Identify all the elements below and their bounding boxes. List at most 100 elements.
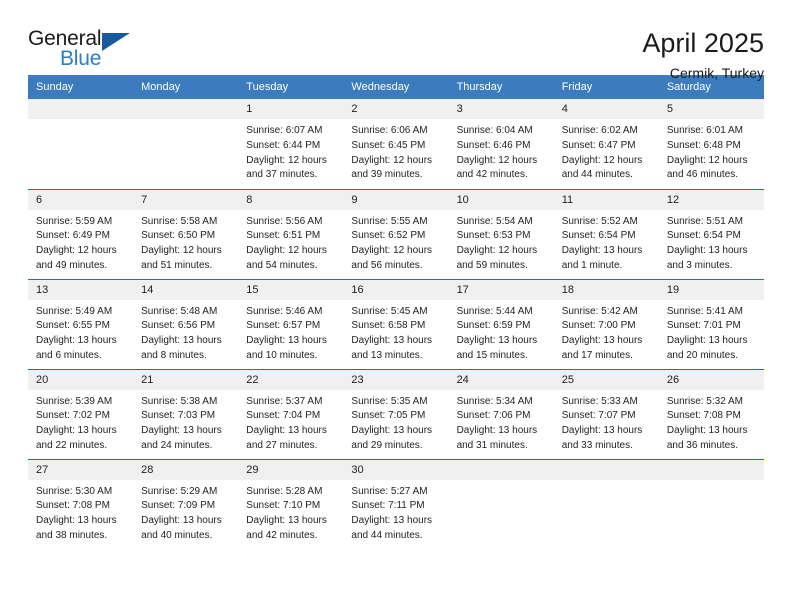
- day-number: 28: [133, 459, 239, 480]
- sunset-text: Sunset: 7:08 PM: [666, 410, 741, 422]
- calendar-day-cell[interactable]: 26 Sunrise: 5:32 AM Sunset: 7:08 PM Dayligh…: [658, 368, 764, 459]
- calendar-day-cell-empty: [28, 99, 134, 189]
- daylight-text-line1: Daylight: 13 hours: [456, 335, 538, 347]
- day-number: 10: [448, 189, 554, 210]
- daylight-text-line2: and 24 minutes.: [141, 439, 213, 451]
- daylight-text-line1: Daylight: 13 hours: [351, 515, 433, 527]
- sunset-text: Sunset: 6:56 PM: [141, 320, 216, 332]
- daylight-text-line1: Daylight: 13 hours: [246, 425, 327, 437]
- day-number: 23: [343, 369, 449, 390]
- day-number: 21: [133, 369, 239, 390]
- day-details: Sunrise: 5:32 AM Sunset: 7:08 PM Daylight:…: [659, 390, 764, 454]
- calendar-day-cell[interactable]: 22 Sunrise: 5:37 AM Sunset: 7:04 PM Dayligh…: [238, 368, 344, 459]
- calendar-day-cell[interactable]: 30 Sunrise: 5:27 AM Sunset: 7:11 PM Dayligh…: [343, 458, 449, 549]
- sunrise-text: Sunrise: 5:54 AM: [456, 215, 533, 227]
- calendar-day-cell[interactable]: 21 Sunrise: 5:38 AM Sunset: 7:03 PM Dayligh…: [133, 368, 239, 459]
- calendar-day-cell[interactable]: 17 Sunrise: 5:44 AM Sunset: 6:59 PM Dayligh…: [448, 278, 554, 369]
- calendar-day-cell[interactable]: 9 Sunrise: 5:55 AM Sunset: 6:52 PM Daylight…: [343, 188, 449, 279]
- sunset-text: Sunset: 6:49 PM: [36, 230, 110, 242]
- daylight-text-line2: and 33 minutes.: [561, 439, 633, 451]
- calendar-day-cell[interactable]: 15 Sunrise: 5:46 AM Sunset: 6:57 PM Dayligh…: [238, 278, 344, 369]
- daylight-text-line2: and 54 minutes.: [246, 259, 318, 271]
- brand-logo[interactable]: General Blue: [28, 28, 138, 76]
- calendar-day-cell[interactable]: 16 Sunrise: 5:45 AM Sunset: 6:58 PM Dayligh…: [343, 278, 449, 369]
- daylight-text-line1: Daylight: 12 hours: [351, 154, 433, 166]
- calendar-day-cell[interactable]: 13 Sunrise: 5:49 AM Sunset: 6:55 PM Dayligh…: [28, 278, 134, 369]
- calendar-day-cell[interactable]: 4 Sunrise: 6:02 AM Sunset: 6:47 PM Daylight…: [553, 99, 659, 189]
- daylight-text-line1: Daylight: 13 hours: [561, 335, 643, 347]
- sunrise-text: Sunrise: 5:41 AM: [666, 305, 743, 317]
- daylight-text-line1: Daylight: 13 hours: [561, 425, 643, 437]
- sunrise-text: Sunrise: 6:04 AM: [456, 125, 533, 136]
- sunset-text: Sunset: 7:10 PM: [246, 500, 321, 512]
- day-details: Sunrise: 6:07 AM Sunset: 6:44 PM Daylight:…: [238, 119, 343, 183]
- calendar-day-cell[interactable]: 3 Sunrise: 6:04 AM Sunset: 6:46 PM Daylight…: [448, 99, 554, 189]
- daylight-text-line1: Daylight: 13 hours: [36, 515, 117, 527]
- daylight-text-line1: Daylight: 12 hours: [36, 245, 117, 257]
- calendar-day-cell[interactable]: 27 Sunrise: 5:30 AM Sunset: 7:08 PM Dayligh…: [28, 458, 134, 549]
- calendar-day-cell[interactable]: 28 Sunrise: 5:29 AM Sunset: 7:09 PM Dayligh…: [133, 458, 239, 549]
- calendar-day-cell[interactable]: 19 Sunrise: 5:41 AM Sunset: 7:01 PM Dayligh…: [658, 278, 764, 369]
- daylight-text-line1: Daylight: 12 hours: [141, 245, 222, 257]
- location-subtitle: Cermik, Turkey: [669, 65, 764, 82]
- day-number: 15: [238, 279, 344, 300]
- daylight-text-line2: and 31 minutes.: [456, 439, 528, 451]
- calendar-day-cell[interactable]: 23 Sunrise: 5:35 AM Sunset: 7:05 PM Dayligh…: [343, 368, 449, 459]
- sunrise-text: Sunrise: 5:29 AM: [141, 485, 218, 497]
- day-details: Sunrise: 5:27 AM Sunset: 7:11 PM Daylight:…: [343, 480, 448, 544]
- calendar-day-cell[interactable]: 8 Sunrise: 5:56 AM Sunset: 6:51 PM Daylight…: [238, 188, 344, 279]
- calendar-day-cell[interactable]: 20 Sunrise: 5:39 AM Sunset: 7:02 PM Dayligh…: [28, 368, 134, 459]
- calendar-day-cell[interactable]: 14 Sunrise: 5:48 AM Sunset: 6:56 PM Dayligh…: [133, 278, 239, 369]
- daylight-text-line2: and 42 minutes.: [456, 169, 528, 181]
- calendar-day-cell[interactable]: 29 Sunrise: 5:28 AM Sunset: 7:10 PM Dayligh…: [238, 458, 344, 549]
- sunset-text: Sunset: 6:47 PM: [561, 139, 636, 151]
- daylight-text-line2: and 44 minutes.: [561, 169, 633, 181]
- sunset-text: Sunset: 7:04 PM: [246, 410, 321, 422]
- daylight-text-line1: Daylight: 12 hours: [351, 245, 433, 257]
- day-details: Sunrise: 5:45 AM Sunset: 6:58 PM Daylight:…: [343, 300, 448, 364]
- calendar-day-cell[interactable]: 7 Sunrise: 5:58 AM Sunset: 6:50 PM Daylight…: [133, 188, 239, 279]
- daylight-text-line2: and 27 minutes.: [246, 439, 318, 451]
- sunrise-text: Sunrise: 6:07 AM: [246, 125, 323, 136]
- calendar-day-cell[interactable]: 24 Sunrise: 5:34 AM Sunset: 7:06 PM Dayligh…: [448, 368, 554, 459]
- day-number: [553, 459, 659, 480]
- daylight-text-line1: Daylight: 12 hours: [561, 154, 643, 166]
- sunrise-text: Sunrise: 5:30 AM: [36, 485, 113, 497]
- sunrise-text: Sunrise: 5:33 AM: [561, 395, 638, 407]
- sunrise-text: Sunrise: 5:55 AM: [351, 215, 428, 227]
- sunset-text: Sunset: 6:46 PM: [456, 139, 531, 151]
- sunset-text: Sunset: 6:58 PM: [351, 320, 426, 332]
- calendar-day-cell[interactable]: 2 Sunrise: 6:06 AM Sunset: 6:45 PM Daylight…: [343, 99, 449, 189]
- calendar-day-cell-empty: [553, 458, 659, 549]
- calendar-day-cell[interactable]: 25 Sunrise: 5:33 AM Sunset: 7:07 PM Dayligh…: [553, 368, 659, 459]
- calendar-day-cell[interactable]: 10 Sunrise: 5:54 AM Sunset: 6:53 PM Dayligh…: [448, 188, 554, 279]
- sunrise-text: Sunrise: 5:32 AM: [666, 395, 743, 407]
- daylight-text-line2: and 6 minutes.: [36, 349, 102, 361]
- calendar-day-cell-empty: [448, 458, 554, 549]
- weekday-header-tuesday: Tuesday: [238, 75, 344, 99]
- calendar-week-row: 20 Sunrise: 5:39 AM Sunset: 7:02 PM Dayligh…: [28, 368, 764, 459]
- calendar-day-cell[interactable]: 18 Sunrise: 5:42 AM Sunset: 7:00 PM Dayligh…: [553, 278, 659, 369]
- daylight-text-line2: and 36 minutes.: [666, 439, 739, 451]
- calendar-day-cell[interactable]: 12 Sunrise: 5:51 AM Sunset: 6:54 PM Dayligh…: [658, 188, 764, 279]
- sunset-text: Sunset: 6:52 PM: [351, 230, 426, 242]
- daylight-text-line1: Daylight: 13 hours: [36, 425, 117, 437]
- weekday-header-thursday: Thursday: [448, 75, 554, 99]
- day-details: Sunrise: 5:37 AM Sunset: 7:04 PM Daylight:…: [238, 390, 343, 454]
- sunset-text: Sunset: 7:01 PM: [666, 320, 741, 332]
- daylight-text-line2: and 51 minutes.: [141, 259, 213, 271]
- calendar-day-cell[interactable]: 5 Sunrise: 6:01 AM Sunset: 6:48 PM Daylight…: [658, 99, 764, 189]
- daylight-text-line1: Daylight: 12 hours: [246, 245, 327, 257]
- sunrise-text: Sunrise: 5:49 AM: [36, 305, 113, 317]
- daylight-text-line1: Daylight: 13 hours: [141, 425, 222, 437]
- page-title: April 2025: [642, 28, 764, 58]
- calendar-day-cell[interactable]: 1 Sunrise: 6:07 AM Sunset: 6:44 PM Daylight…: [238, 99, 344, 189]
- calendar-day-cell[interactable]: 6 Sunrise: 5:59 AM Sunset: 6:49 PM Daylight…: [28, 188, 134, 279]
- calendar-day-cell[interactable]: 11 Sunrise: 5:52 AM Sunset: 6:54 PM Dayligh…: [553, 188, 659, 279]
- day-details: Sunrise: 5:33 AM Sunset: 7:07 PM Daylight:…: [554, 390, 659, 454]
- day-number: 13: [28, 279, 134, 300]
- day-details: Sunrise: 5:35 AM Sunset: 7:05 PM Daylight:…: [343, 390, 448, 454]
- daylight-text-line1: Daylight: 13 hours: [666, 425, 748, 437]
- daylight-text-line1: Daylight: 13 hours: [36, 335, 117, 347]
- day-number: 20: [28, 369, 134, 390]
